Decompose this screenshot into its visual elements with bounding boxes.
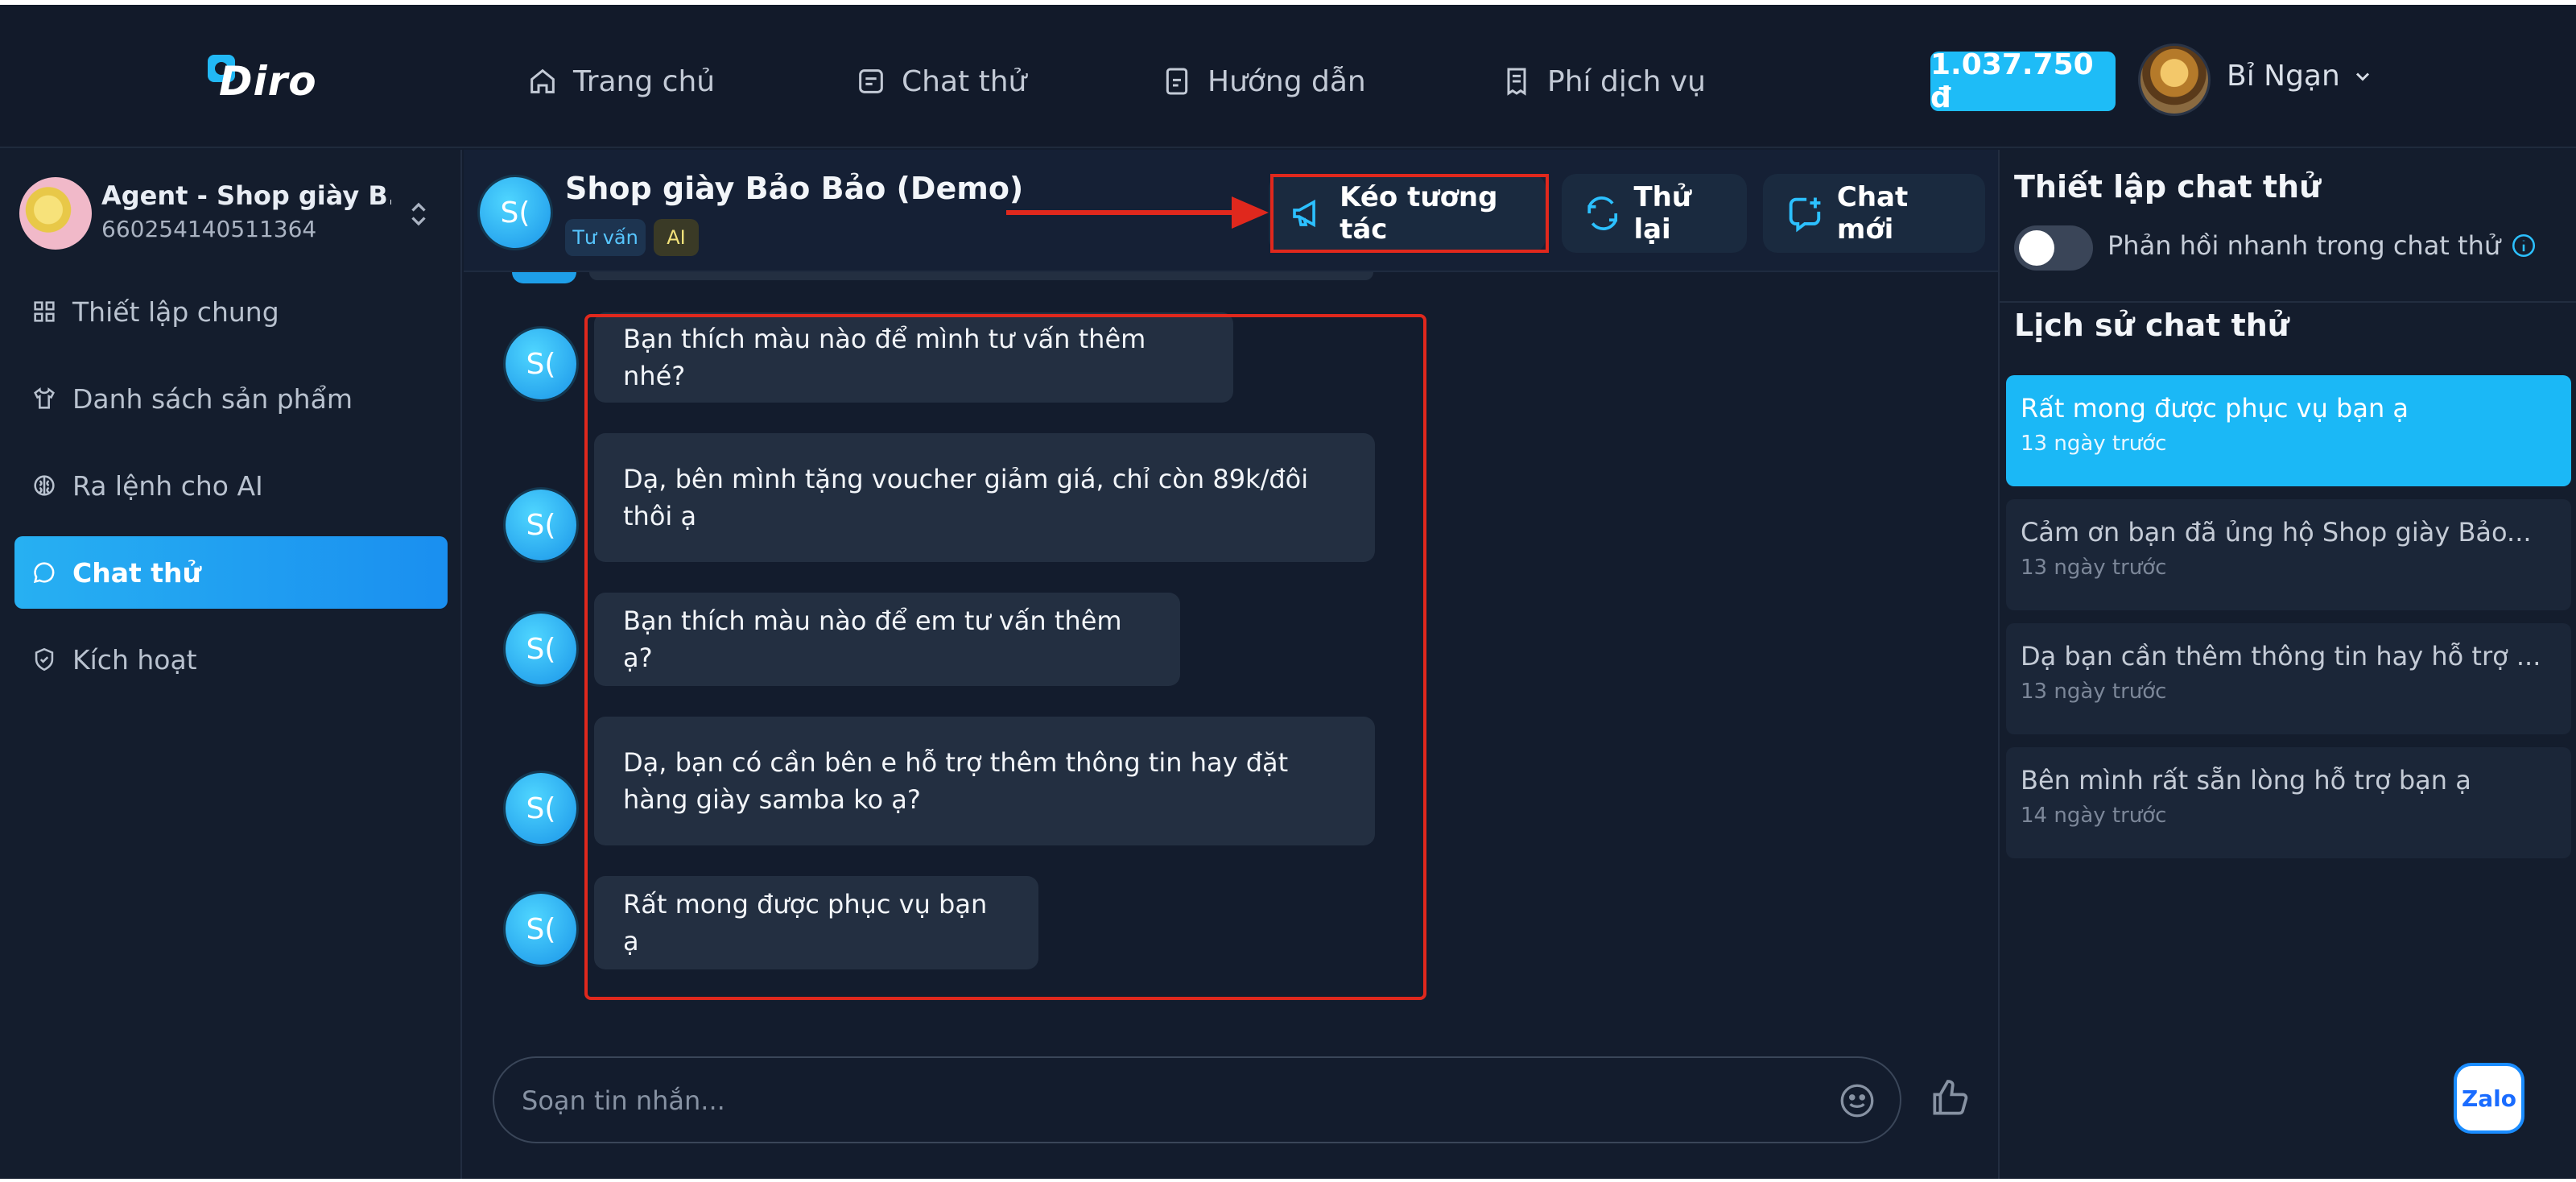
retry-icon <box>1587 196 1618 230</box>
partial-avatar <box>512 272 576 283</box>
shirt-icon <box>34 387 55 409</box>
user-name: Bỉ Ngạn <box>2227 60 2340 93</box>
retry-label: Thử lại <box>1633 181 1692 246</box>
partial-message <box>589 272 1373 280</box>
guide-icon <box>1166 68 1188 95</box>
chevron-down-icon <box>2355 72 2369 81</box>
nav-service-fee[interactable]: Phí dịch vụ <box>1501 53 1706 110</box>
info-icon[interactable] <box>2510 232 2537 259</box>
nav-chat-thu-label: Chat thử <box>902 64 1027 98</box>
new-chat-icon <box>1789 197 1821 233</box>
nav-home-label: Trang chủ <box>573 64 716 98</box>
agent-avatar <box>19 177 92 250</box>
bot-avatar: S( <box>506 614 576 684</box>
retry-button[interactable]: Thử lại <box>1562 174 1747 253</box>
agent-name: Agent - Shop giày B... <box>101 180 391 211</box>
nav-guide-label: Hướng dẫn <box>1208 64 1366 98</box>
quick-reply-label-group: Phản hồi nhanh trong chat thử <box>2107 230 2537 261</box>
nav-home[interactable]: Trang chủ <box>526 53 715 110</box>
settings-title: Thiết lập chat thử <box>2014 169 2322 205</box>
quick-reply-toggle[interactable] <box>2014 225 2093 271</box>
chat-title: Shop giày Bảo Bảo (Demo) <box>565 171 1024 206</box>
sidebar-item-label: Kích hoạt <box>72 643 197 676</box>
sidebar-item-products[interactable]: Danh sách sản phẩm <box>14 362 448 435</box>
home-icon <box>530 68 555 93</box>
quick-reply-label: Phản hồi nhanh trong chat thử <box>2107 230 2501 261</box>
divider <box>2000 301 2576 303</box>
history-item-title: Dạ bạn cần thêm thông tin hay hỗ trợ ... <box>2021 641 2541 672</box>
sidebar-item-label: Thiết lập chung <box>72 296 279 328</box>
thumbs-up-icon[interactable] <box>1927 1076 1972 1121</box>
history-item-title: Rất mong được phục vụ bạn ạ <box>2021 393 2409 424</box>
history-item-title: Bên mình rất sẵn lòng hỗ trợ bạn ạ <box>2021 765 2471 796</box>
chevron-up-down-icon[interactable] <box>404 198 433 230</box>
top-navbar: Diro Trang chủ Chat thử Hướng dẫn Phí dị… <box>0 5 2576 148</box>
receipt-icon <box>1507 68 1526 96</box>
user-menu[interactable]: Bỉ Ngạn <box>2227 60 2374 93</box>
logo-text: Diro <box>219 58 317 105</box>
agent-selector[interactable]: Agent - Shop giày B... 660254140511364 <box>19 174 446 254</box>
nav-guide[interactable]: Hướng dẫn <box>1161 53 1366 110</box>
message-input[interactable] <box>522 1074 1777 1127</box>
history-item[interactable]: Dạ bạn cần thêm thông tin hay hỗ trợ ...… <box>2006 623 2571 734</box>
bot-avatar: S( <box>480 177 551 248</box>
bot-avatar: S( <box>506 490 576 560</box>
chat-bubble-icon <box>33 562 55 584</box>
grid-icon <box>34 301 55 322</box>
sidebar-item-ai-command[interactable]: Ra lệnh cho AI <box>14 449 448 522</box>
annotation-arrow <box>1006 196 1269 229</box>
history-item-title: Cảm ơn bạn đã ủng hộ Shop giày Bảo... <box>2021 517 2532 548</box>
shield-icon <box>35 647 54 672</box>
history-item[interactable]: Rất mong được phục vụ bạn ạ 13 ngày trướ… <box>2006 375 2571 486</box>
sidebar-item-general-settings[interactable]: Thiết lập chung <box>14 275 448 348</box>
nav-chat-thu[interactable]: Chat thử <box>855 53 1026 110</box>
sidebar-item-label: Chat thử <box>72 556 202 589</box>
balance-badge[interactable]: 1.037.750 đ <box>1930 48 2116 114</box>
history-item-time: 14 ngày trước <box>2021 804 2167 828</box>
history-item-time: 13 ngày trước <box>2021 680 2167 704</box>
history-item-time: 13 ngày trước <box>2021 432 2167 456</box>
sidebar-item-chat-thu[interactable]: Chat thử <box>14 536 448 609</box>
sidebar-item-activation[interactable]: Kích hoạt <box>14 623 448 696</box>
emoji-icon[interactable] <box>1837 1081 1877 1121</box>
bot-avatar: S( <box>506 329 576 399</box>
diro-logo[interactable]: Diro <box>204 50 317 114</box>
history-item[interactable]: Cảm ơn bạn đã ủng hộ Shop giày Bảo... 13… <box>2006 499 2571 610</box>
history-item[interactable]: Bên mình rất sẵn lòng hỗ trợ bạn ạ 14 ng… <box>2006 747 2571 858</box>
new-chat-label: Chat mới <box>1836 181 1909 246</box>
user-avatar[interactable] <box>2138 43 2211 116</box>
bot-avatar: S( <box>506 773 576 844</box>
left-sidebar: Agent - Shop giày B... 660254140511364 T… <box>0 150 462 1179</box>
right-panel: Thiết lập chat thử Phản hồi nhanh trong … <box>1998 150 2576 1179</box>
brain-icon <box>34 475 55 496</box>
nav-service-fee-label: Phí dịch vụ <box>1547 64 1706 98</box>
agent-id: 660254140511364 <box>101 216 317 242</box>
new-chat-button[interactable]: Chat mới <box>1763 174 1985 253</box>
sidebar-item-label: Ra lệnh cho AI <box>72 469 263 502</box>
chat-icon <box>859 69 883 93</box>
annotation-box-messages <box>584 314 1426 1000</box>
history-title: Lịch sử chat thử <box>2014 308 2289 343</box>
sidebar-item-label: Danh sách sản phẩm <box>72 382 353 415</box>
app-window: Diro Trang chủ Chat thử Hướng dẫn Phí dị… <box>0 5 2576 1179</box>
tag-tu-van: Tư vấn <box>565 219 646 256</box>
zalo-chat-button[interactable]: Zalo <box>2454 1063 2524 1134</box>
annotation-box-button <box>1270 174 1549 253</box>
message-composer <box>493 1056 1901 1143</box>
bot-avatar: S( <box>506 894 576 965</box>
tag-ai: AI <box>654 219 699 256</box>
history-item-time: 13 ngày trước <box>2021 556 2167 580</box>
